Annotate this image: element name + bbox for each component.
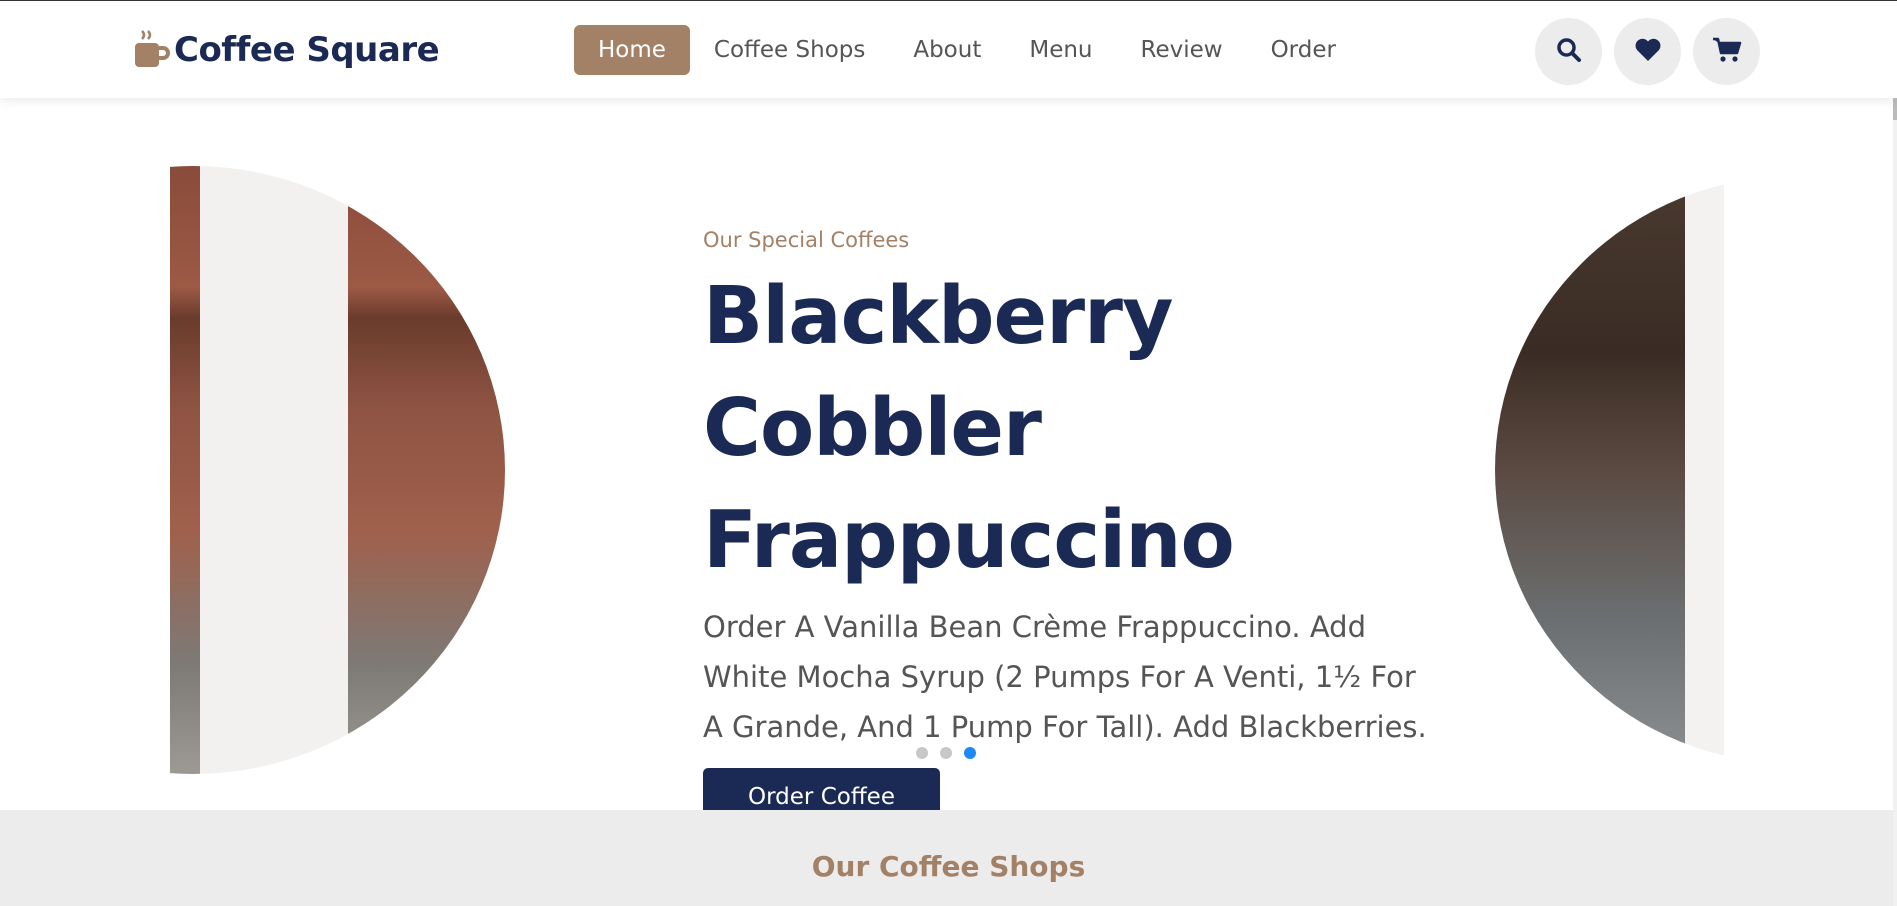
hero-desc-line1: Order A Vanilla Bean Crème Frappuccino. … <box>703 610 1366 644</box>
nav-home[interactable]: Home <box>574 25 690 75</box>
cart-button[interactable] <box>1693 18 1760 85</box>
hero-slider: Our Special Coffees Blackberry Cobbler F… <box>0 98 1897 826</box>
search-button[interactable] <box>1535 18 1602 85</box>
nav-menu[interactable]: Menu <box>1005 25 1116 75</box>
hero-description: Order A Vanilla Bean Crème Frappuccino. … <box>703 602 1473 752</box>
brand-logo[interactable]: Coffee Square <box>132 27 440 73</box>
hero-product-image-secondary <box>1495 176 1724 764</box>
hero-title: Blackberry Cobbler Frappuccino <box>703 260 1483 596</box>
hero-desc-line3: A Grande, And 1 Pump For Tall). Add Blac… <box>703 710 1427 744</box>
heart-icon <box>1634 37 1662 67</box>
hero-content: Our Special Coffees Blackberry Cobbler F… <box>703 228 1483 826</box>
section-title: Our Coffee Shops <box>811 850 1086 883</box>
page-scrollbar[interactable] <box>1893 0 1897 906</box>
hero-product-image <box>170 166 505 774</box>
nav-review[interactable]: Review <box>1117 25 1247 75</box>
coffee-shops-section: Our Coffee Shops <box>0 810 1897 906</box>
hero-desc-line2: White Mocha Syrup (2 Pumps For A Venti, … <box>703 660 1416 694</box>
brand-name: Coffee Square <box>174 30 440 70</box>
hero-kicker: Our Special Coffees <box>703 228 910 252</box>
hero-title-line1: Blackberry Cobbler <box>703 270 1174 474</box>
hero-title-line2: Frappuccino <box>703 494 1235 586</box>
coffee-cup-icon <box>132 29 172 71</box>
slider-dot[interactable] <box>940 747 952 759</box>
header-actions <box>1535 18 1760 85</box>
slider-dot-active[interactable] <box>964 747 976 759</box>
main-nav: Home Coffee Shops About Menu Review Orde… <box>574 25 1360 75</box>
cart-icon <box>1712 36 1742 68</box>
wishlist-button[interactable] <box>1614 18 1681 85</box>
nav-order[interactable]: Order <box>1247 25 1360 75</box>
nav-about[interactable]: About <box>889 25 1005 75</box>
site-header: Coffee Square Home Coffee Shops About Me… <box>0 0 1897 98</box>
slider-dots <box>916 747 976 759</box>
search-icon <box>1556 37 1582 67</box>
slider-dot[interactable] <box>916 747 928 759</box>
nav-coffee-shops[interactable]: Coffee Shops <box>690 25 889 75</box>
